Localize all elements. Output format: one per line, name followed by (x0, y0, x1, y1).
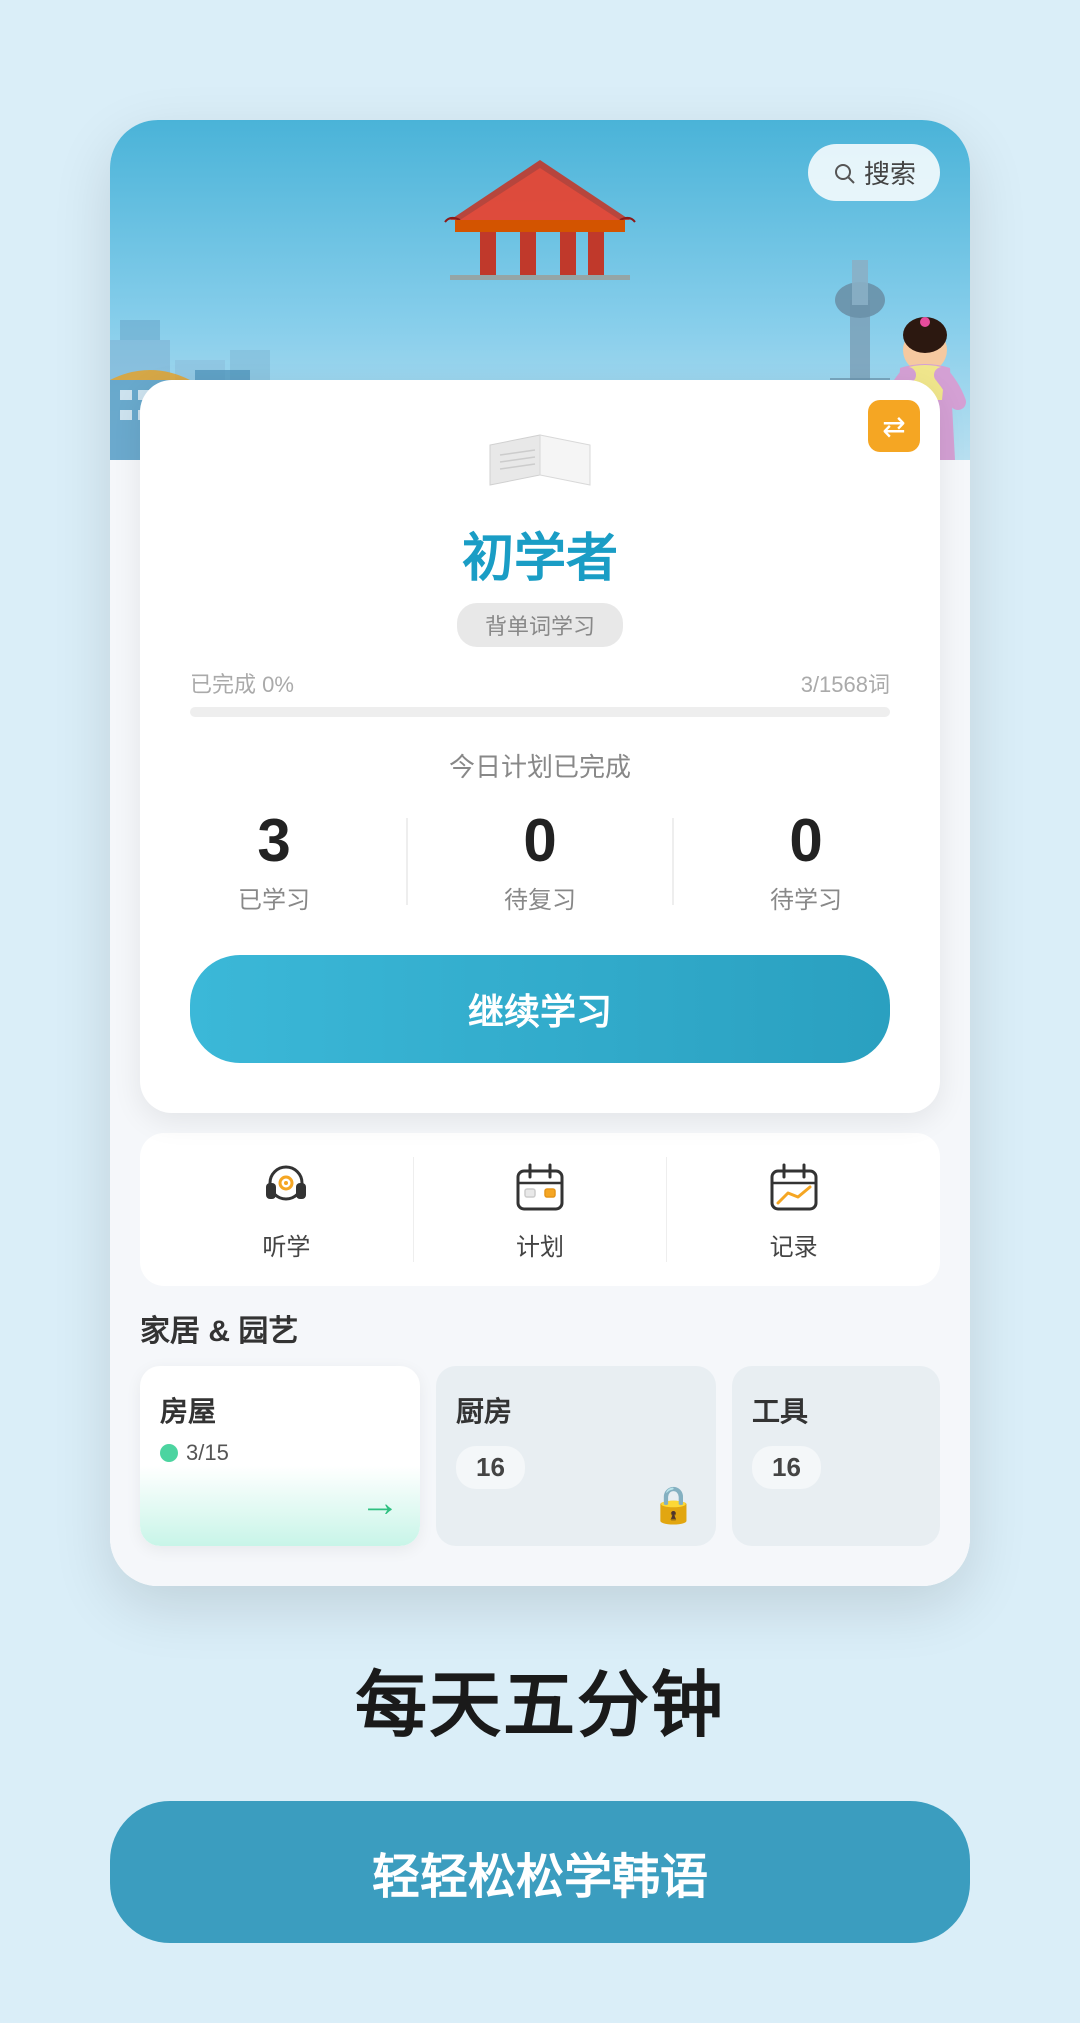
cat-progress-house: 3/15 (160, 1440, 400, 1466)
category-card-house[interactable]: 房屋 3/15 → (140, 1366, 420, 1546)
cat-title-tools: 工具 (752, 1390, 920, 1430)
cat-arrow-house: → (360, 1481, 400, 1526)
progress-row: 已完成 0% 3/1568词 (190, 667, 890, 699)
stat-divider-1 (406, 818, 408, 905)
app-screenshot-card: 搜索 (110, 120, 970, 1586)
calendar-plan-icon (510, 1157, 570, 1217)
nav-item-listen[interactable]: 听学 (160, 1157, 414, 1262)
nav-item-record[interactable]: 记录 (667, 1157, 920, 1262)
nav-label-record: 记录 (770, 1227, 818, 1262)
study-title: 初学者 (190, 516, 890, 591)
cta-button[interactable]: 轻轻松松学韩语 (110, 1801, 970, 1943)
cat-count-kitchen: 16 (456, 1446, 525, 1489)
continue-learning-button[interactable]: 继续学习 (190, 955, 890, 1063)
nav-item-plan[interactable]: 计划 (414, 1157, 668, 1262)
stats-row: 3 已学习 0 待复习 0 待学习 (190, 808, 890, 915)
category-card-tools[interactable]: 工具 16 (732, 1366, 940, 1546)
badge-dot-house (160, 1444, 178, 1462)
nav-label-plan: 计划 (516, 1227, 564, 1262)
stat-divider-2 (672, 818, 674, 905)
palace-illustration (440, 140, 640, 280)
progress-count: 3/1568词 (801, 667, 890, 699)
icon-navigation: 听学 计划 (140, 1133, 940, 1286)
book-illustration-area (190, 420, 890, 500)
stat-learned-number: 3 (238, 808, 310, 874)
study-card: ⇄ 初学者 背单词学习 已完成 0% (140, 380, 940, 1113)
category-row: 房屋 3/15 → 厨房 16 🔒 工具 16 (140, 1366, 940, 1546)
stat-pending-number: 0 (770, 808, 842, 874)
bottom-section: 每天五分钟 轻轻松松学韩语 (0, 1586, 1080, 2023)
category-section-title: 家居 & 园艺 (140, 1306, 940, 1350)
cat-title-kitchen: 厨房 (456, 1390, 696, 1430)
search-label: 搜索 (864, 154, 916, 191)
progress-percent: 已完成 0% (190, 667, 294, 699)
book-icon (470, 420, 610, 500)
progress-bar-bg (190, 707, 890, 717)
study-subtitle: 背单词学习 (457, 603, 623, 647)
lock-icon-kitchen: 🔒 (651, 1484, 696, 1526)
stat-pending: 0 待学习 (770, 808, 842, 915)
stat-learned-label: 已学习 (238, 880, 310, 915)
calendar-chart-icon (764, 1157, 824, 1217)
nav-label-listen: 听学 (262, 1227, 310, 1262)
stat-learned: 3 已学习 (238, 808, 310, 915)
cat-count-tools: 16 (752, 1446, 821, 1489)
daily-complete-label: 今日计划已完成 (190, 747, 890, 784)
stat-review-number: 0 (504, 808, 576, 874)
headphones-icon (256, 1157, 316, 1217)
category-card-kitchen[interactable]: 厨房 16 🔒 (436, 1366, 716, 1546)
stat-review: 0 待复习 (504, 808, 576, 915)
stat-review-label: 待复习 (504, 880, 576, 915)
main-content-area: ⇄ 初学者 背单词学习 已完成 0% (110, 380, 970, 1586)
stat-pending-label: 待学习 (770, 880, 842, 915)
bottom-tagline: 每天五分钟 (355, 1646, 725, 1751)
cat-title-house: 房屋 (160, 1390, 400, 1430)
search-button[interactable]: 搜索 (808, 144, 940, 201)
